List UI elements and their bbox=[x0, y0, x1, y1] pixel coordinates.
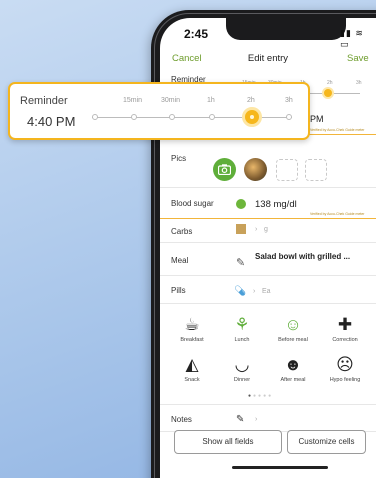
pics-label: Pics bbox=[171, 154, 187, 163]
status-time: 2:45 bbox=[184, 27, 209, 41]
navigation-bar: Cancel Edit entry Save bbox=[160, 50, 376, 72]
meal-description: Salad bowl with grilled ... bbox=[255, 252, 351, 261]
tag-hypo-feeling[interactable]: ☹ Hypo feeling bbox=[323, 354, 367, 383]
blood-sugar-label: Blood sugar bbox=[171, 199, 214, 208]
reminder-row-slider-knob[interactable] bbox=[322, 87, 334, 99]
reminder-label: Reminder bbox=[20, 95, 68, 107]
coffee-icon: ☕︎ bbox=[184, 315, 200, 334]
empty-photo-slot[interactable] bbox=[305, 159, 327, 181]
phone-notch bbox=[226, 18, 346, 40]
tag-breakfast[interactable]: ☕︎ Breakfast bbox=[170, 314, 214, 343]
meal-photo-thumbnail[interactable] bbox=[244, 158, 267, 181]
scale-1h: 1h bbox=[207, 97, 215, 104]
tag-snack[interactable]: ◭ Snack bbox=[170, 354, 214, 383]
scale-15min: 15min bbox=[123, 97, 143, 104]
before-meal-icon: ☺ bbox=[284, 315, 302, 334]
scale-2h: 2h bbox=[247, 97, 255, 104]
customize-cells-button[interactable]: Customize cells bbox=[287, 430, 366, 454]
notes-edit-icon: ✎ bbox=[236, 414, 245, 425]
reminder-popup: Reminder 4:40 PM 15min 30min 1h 2h 3h bbox=[8, 82, 310, 140]
reminder-row-scale-3h: 3h bbox=[356, 80, 362, 86]
home-indicator bbox=[232, 466, 328, 469]
tag-before-meal[interactable]: ☺ Before meal bbox=[271, 314, 315, 343]
carbs-icon bbox=[236, 224, 246, 234]
pill-icon: 💊︎ bbox=[234, 286, 247, 297]
edit-icon: ✎ bbox=[236, 257, 246, 269]
hypo-icon: ☹ bbox=[336, 355, 354, 374]
blood-sugar-dot-icon bbox=[236, 199, 246, 209]
carbs-row[interactable]: Carbs bbox=[160, 219, 376, 243]
tag-dinner[interactable]: ◡ Dinner bbox=[220, 354, 264, 383]
pizza-icon: ◭ bbox=[185, 355, 199, 374]
pills-label: Pills bbox=[171, 286, 186, 295]
slider-tick[interactable] bbox=[131, 114, 137, 120]
meal-label: Meal bbox=[171, 256, 189, 265]
slider-tick[interactable] bbox=[92, 114, 98, 120]
blood-sugar-value: 138 mg/dl bbox=[255, 199, 297, 210]
after-meal-icon: ☻ bbox=[284, 355, 302, 374]
carbs-unit: g bbox=[264, 226, 268, 233]
reminder-row-scale-2h: 2h bbox=[327, 80, 333, 86]
scale-3h: 3h bbox=[285, 97, 293, 104]
status-icons: ▮▮ ≋ ▭ bbox=[340, 28, 364, 49]
page-title: Edit entry bbox=[247, 53, 289, 64]
scale-30min: 30min bbox=[161, 97, 181, 104]
pics-row: Pics bbox=[160, 135, 376, 188]
reminder-slider-track[interactable] bbox=[92, 117, 292, 118]
reminder-slider-knob[interactable] bbox=[242, 107, 262, 127]
slider-tick[interactable] bbox=[286, 114, 292, 120]
slider-tick[interactable] bbox=[169, 114, 175, 120]
bowl-icon: ◡ bbox=[234, 355, 250, 374]
reminder-time: 4:40 PM bbox=[27, 114, 76, 129]
bandage-icon: ✚ bbox=[337, 315, 353, 334]
save-button[interactable]: Save bbox=[347, 53, 369, 64]
page-indicator[interactable]: ●●●●● bbox=[248, 393, 273, 399]
camera-icon[interactable] bbox=[213, 158, 236, 181]
tag-after-meal[interactable]: ☻ After meal bbox=[271, 354, 315, 383]
blood-sugar-verified-note: Verified by Accu-Chek Guide meter bbox=[310, 212, 365, 216]
slider-tick[interactable] bbox=[209, 114, 215, 120]
verified-note: Verified by Accu-Chek Guide meter bbox=[310, 128, 365, 132]
notes-row[interactable]: Notes bbox=[160, 404, 376, 432]
tag-lunch[interactable]: ⚘ Lunch bbox=[220, 314, 264, 343]
pills-unit: Ea bbox=[262, 288, 271, 295]
tag-correction[interactable]: ✚ Correction bbox=[323, 314, 367, 343]
show-all-fields-button[interactable]: Show all fields bbox=[174, 430, 282, 454]
carbs-label: Carbs bbox=[171, 227, 193, 236]
lunch-icon: ⚘ bbox=[234, 315, 250, 334]
reminder-row-time: PM bbox=[310, 114, 324, 124]
notes-label: Notes bbox=[171, 415, 192, 424]
slider-knob-center bbox=[250, 115, 254, 119]
empty-photo-slot[interactable] bbox=[276, 159, 298, 181]
